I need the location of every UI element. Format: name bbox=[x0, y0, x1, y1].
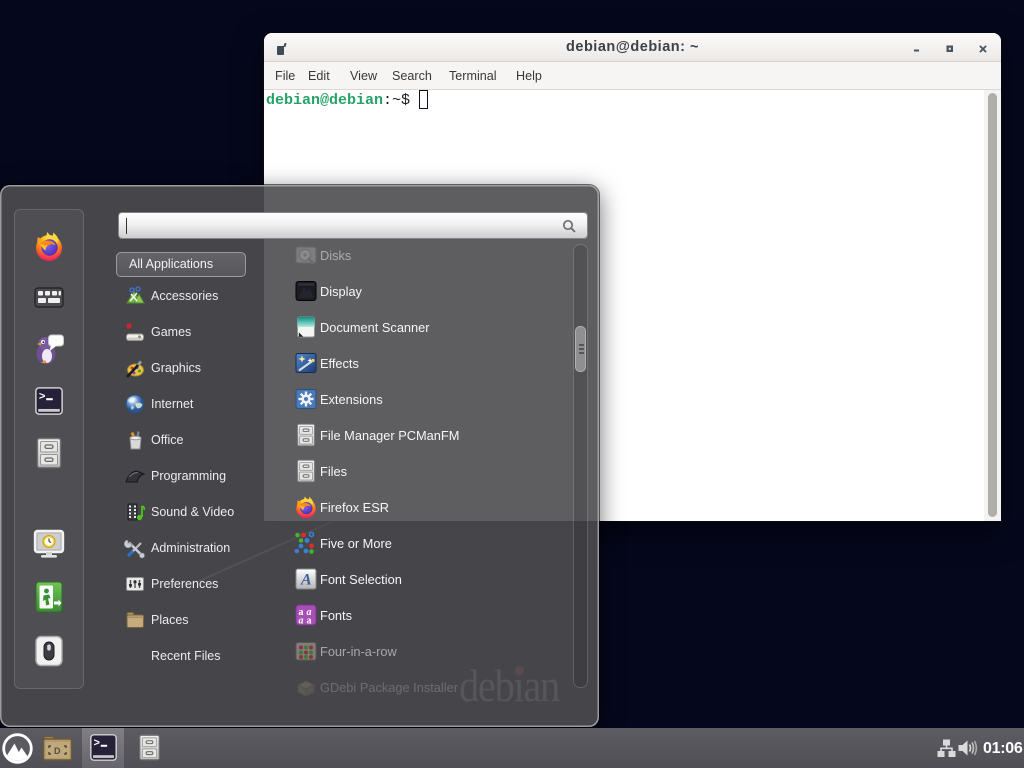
svg-text:D: D bbox=[54, 746, 61, 756]
svg-text:A: A bbox=[300, 572, 312, 589]
svg-text:a: a bbox=[307, 616, 312, 627]
svg-text:a: a bbox=[299, 616, 304, 627]
